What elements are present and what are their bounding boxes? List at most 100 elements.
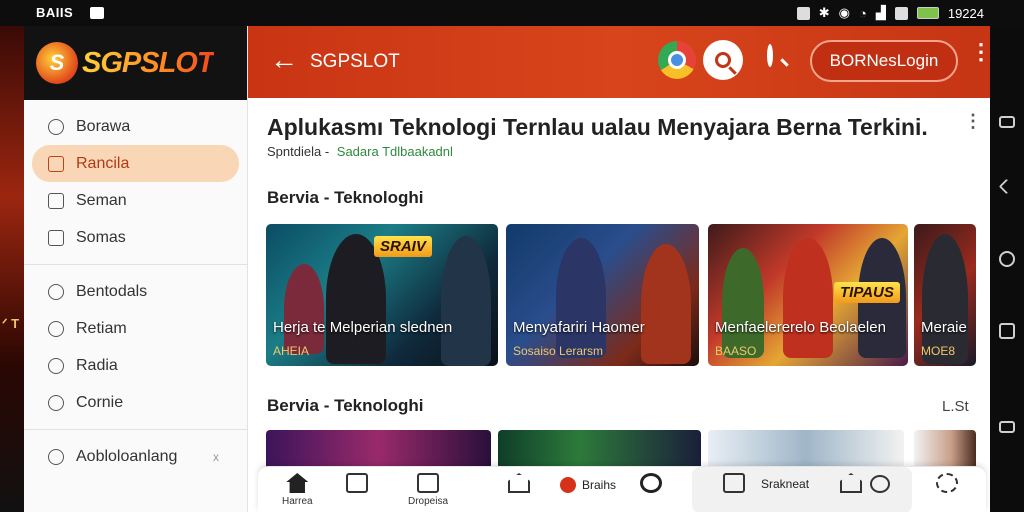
content-card[interactable] xyxy=(708,430,904,468)
meta-link[interactable]: Sadara Tdlbaakadnl xyxy=(337,144,453,159)
back-arrow-icon[interactable]: ← xyxy=(270,46,298,74)
home-icon xyxy=(286,473,309,493)
sidebar-item-somas[interactable]: Somas xyxy=(24,219,247,256)
card-caption: Meraie xyxy=(921,319,967,336)
content-card[interactable] xyxy=(498,430,701,468)
content-card[interactable] xyxy=(914,430,976,468)
nav-feed[interactable] xyxy=(346,473,368,496)
see-all-link[interactable]: L.St xyxy=(942,398,969,415)
section-title: Bervia - Teknologhi xyxy=(267,396,424,415)
nav-home[interactable]: Harrea xyxy=(282,473,313,507)
top-app-bar: ← SGPSLOT BORNesLogin ⋮ xyxy=(248,26,992,98)
game-badge: TIPAUS xyxy=(834,282,900,303)
list-icon xyxy=(346,473,368,493)
sidebar-item-label: Seman xyxy=(76,191,127,209)
main-content: Aplukasmı Teknologi Ternlau ualau Menyaj… xyxy=(248,98,990,512)
back-icon[interactable] xyxy=(998,178,1015,195)
circle-icon xyxy=(48,394,64,411)
bluetooth-icon: ✱ xyxy=(818,5,830,20)
location-icon: ◉ xyxy=(838,5,850,20)
sidebar-item-label: Radia xyxy=(76,356,118,374)
sidebar: S SGPSLOT Borawa Rancila Seman Somas Ben… xyxy=(24,26,248,512)
card-subcaption: Sosaiso Lerarsm xyxy=(513,344,604,358)
content-card[interactable]: Menyafariri Haomer Sosaiso Lerarsm xyxy=(506,224,699,366)
sidebar-item-rancila[interactable]: Rancila xyxy=(32,145,239,182)
sidebar-item-radia[interactable]: Radia xyxy=(24,347,247,384)
game-badge: SRAIV xyxy=(374,236,432,257)
status-time: 19224 xyxy=(947,5,984,21)
sidebar-item-retiam[interactable]: Retiam xyxy=(24,310,247,347)
logo-bar[interactable]: S SGPSLOT xyxy=(24,26,247,100)
sidebar-item-label: Aobloloanlang xyxy=(76,447,178,465)
login-button[interactable]: BORNesLogin xyxy=(810,40,958,82)
nav-downloads[interactable]: Dropeisa xyxy=(408,473,448,507)
card-subcaption: BAASO xyxy=(715,344,757,358)
download-icon xyxy=(417,473,440,493)
keyboard-icon[interactable] xyxy=(999,421,1015,433)
sidebar-item-cornie[interactable]: Cornie xyxy=(24,384,247,421)
card-subcaption: MOE8 xyxy=(921,344,956,358)
edge-glyph: ᐟ T xyxy=(2,316,20,331)
heart-icon xyxy=(48,357,64,374)
browser-icon[interactable] xyxy=(658,41,696,79)
sidebar-divider xyxy=(24,264,247,265)
card-caption: Herja te Melperian slednen xyxy=(273,319,453,336)
house-icon xyxy=(840,473,862,493)
nav-explore[interactable] xyxy=(640,473,662,493)
content-card[interactable] xyxy=(266,430,491,468)
nav-label: Dropeisa xyxy=(408,496,449,507)
wifi-icon: ◔ xyxy=(858,5,867,21)
home-button-icon[interactable] xyxy=(999,251,1015,267)
content-card[interactable]: TIPAUS Menfaelererelo Beolaelen BAASO xyxy=(708,224,908,366)
nav-chat[interactable] xyxy=(723,473,745,493)
sidebar-item-label: Retiam xyxy=(76,319,127,337)
data-icon xyxy=(894,6,908,20)
character-figure xyxy=(783,238,833,358)
character-figure xyxy=(556,238,606,358)
recent-apps-icon[interactable] xyxy=(999,116,1015,128)
article-more-icon[interactable]: ⋮ xyxy=(964,112,982,130)
overview-icon[interactable] xyxy=(999,323,1015,339)
meta-author: Spntdiela - xyxy=(267,144,330,159)
sidebar-item-label: Rancila xyxy=(76,154,130,172)
sidebar-item-aobloloanlang[interactable]: Aobloloanlang x xyxy=(24,438,247,475)
search-icon-button[interactable] xyxy=(767,44,773,67)
notification-icon xyxy=(90,7,104,19)
nav-library[interactable] xyxy=(508,473,530,496)
gear-icon xyxy=(936,473,958,493)
chat-icon xyxy=(723,473,745,493)
close-icon[interactable]: x xyxy=(213,450,219,464)
sidebar-menu-3: Aobloloanlang x xyxy=(24,438,247,475)
content-card[interactable]: Meraie MOE8 xyxy=(914,224,976,366)
message-icon[interactable] xyxy=(870,475,890,493)
square-icon xyxy=(48,192,64,209)
nav-label: Harrea xyxy=(282,496,313,507)
games-icon xyxy=(560,477,576,493)
character-figure xyxy=(641,244,691,364)
sidebar-item-label: Somas xyxy=(76,228,126,246)
system-nav-bar xyxy=(990,26,1024,512)
search-button[interactable] xyxy=(703,40,743,80)
character-figure xyxy=(284,264,324,354)
character-figure xyxy=(441,236,491,366)
content-card[interactable]: SRAIV Herja te Melperian slednen AHEIA xyxy=(266,224,498,366)
card-caption: Menyafariri Haomer xyxy=(513,319,645,336)
nav-settings[interactable] xyxy=(936,473,958,493)
sidebar-item-seman[interactable]: Seman xyxy=(24,182,247,219)
logo-text: SGPSLOT xyxy=(82,46,215,79)
sidebar-item-bentodals[interactable]: Bentodals xyxy=(24,273,247,310)
status-bar: BAIIS ✱ ◉ ◔ ▟ 19224 xyxy=(0,0,1024,26)
location-icon xyxy=(48,320,64,337)
sidebar-item-borawa[interactable]: Borawa xyxy=(24,108,247,145)
signal-icon: ▟ xyxy=(875,5,886,20)
more-menu-icon[interactable]: ⋮ xyxy=(970,41,992,63)
nav-tile-label: Srakneat xyxy=(761,477,810,491)
sidebar-menu-2: Bentodals Retiam Radia Cornie xyxy=(24,273,247,421)
bottom-nav: Harrea Dropeisa Braihs Srakneat xyxy=(258,466,986,512)
nav-label: Braihs xyxy=(582,478,617,492)
nav-home-alt[interactable] xyxy=(840,473,862,493)
article-meta: Spntdiela - Sadara Tdlbaakadnl xyxy=(267,144,453,159)
logo-mark-icon: S xyxy=(36,42,78,84)
nav-games[interactable]: Braihs xyxy=(560,477,616,493)
battery-icon xyxy=(916,7,939,19)
